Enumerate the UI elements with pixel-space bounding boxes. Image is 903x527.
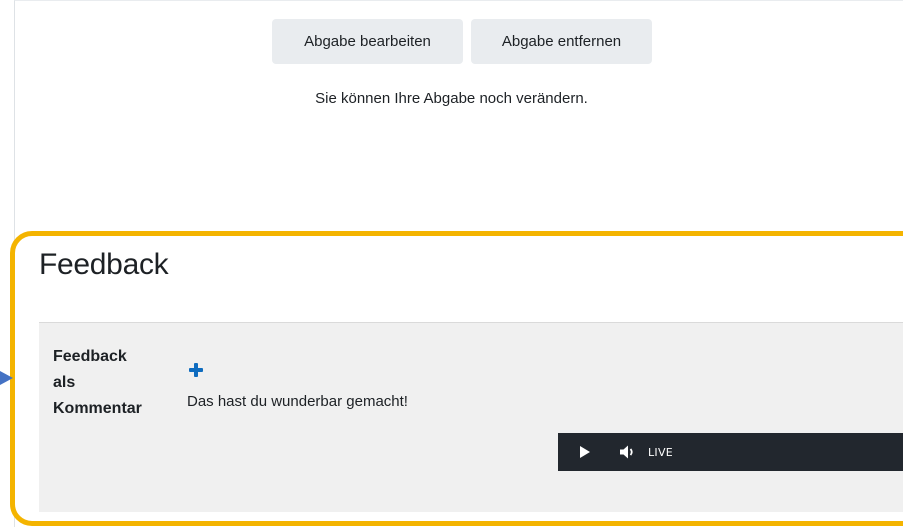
feedback-comment-text: Das hast du wunderbar gemacht!: [187, 393, 408, 410]
feedback-panel: Feedback als Kommentar Das hast du wunde…: [39, 322, 903, 512]
audio-player: LIVE: [558, 433, 903, 471]
feedback-heading: Feedback: [39, 248, 169, 281]
play-icon[interactable]: [580, 446, 590, 458]
plus-icon[interactable]: [189, 363, 203, 377]
feedback-comment-label: Feedback als Kommentar: [53, 344, 163, 422]
edit-submission-button[interactable]: Abgabe bearbeiten: [272, 19, 463, 64]
feedback-label-line: Feedback: [53, 348, 127, 365]
submission-actions: Abgabe bearbeiten Abgabe entfernen: [272, 19, 652, 64]
pointer-arrow-icon: [0, 371, 13, 385]
submission-status-text: Sie können Ihre Abgabe noch verändern.: [315, 90, 588, 107]
remove-submission-button[interactable]: Abgabe entfernen: [471, 19, 652, 64]
volume-icon[interactable]: [620, 445, 636, 459]
feedback-label-line: als: [53, 374, 76, 391]
live-label: LIVE: [648, 445, 674, 459]
feedback-label-line: Kommentar: [53, 400, 142, 417]
